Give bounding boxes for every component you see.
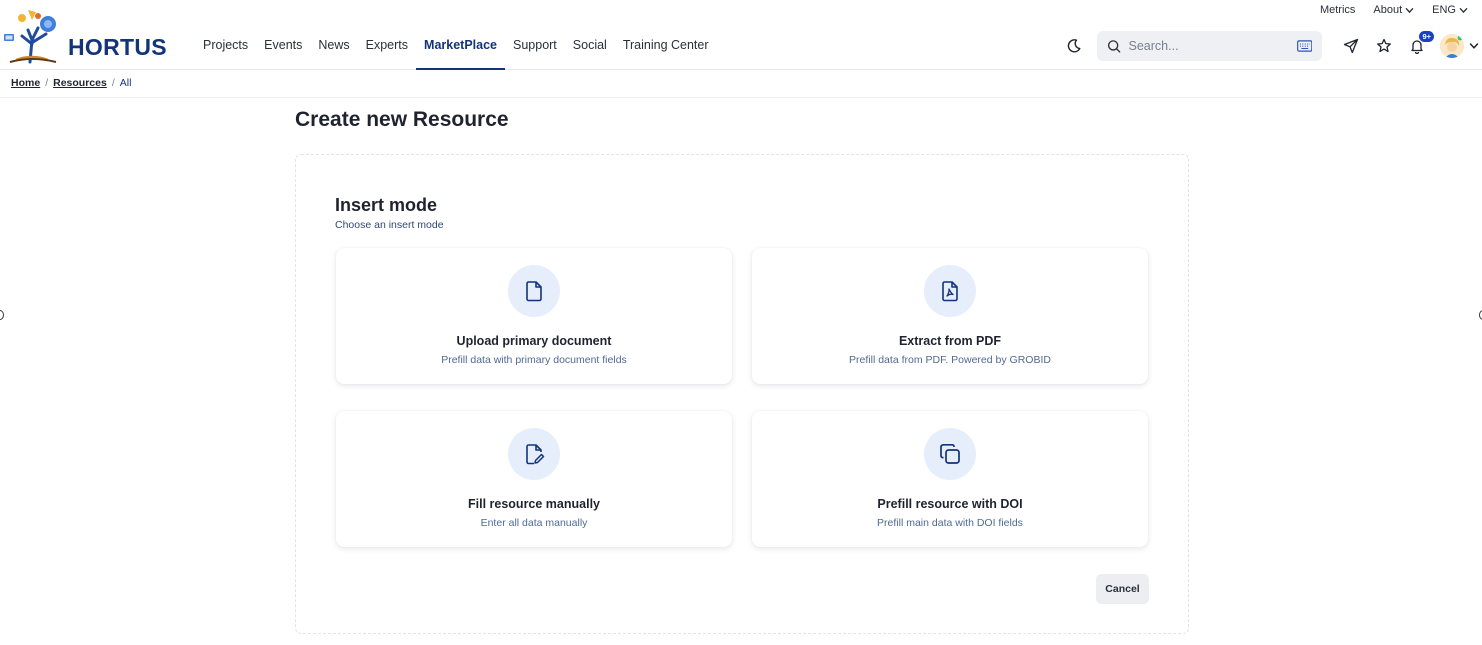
about-label: About (1373, 4, 1403, 16)
tree-logo-icon (4, 10, 57, 64)
breadcrumb-current: All (119, 77, 132, 89)
card-title: Extract from PDF (898, 334, 1002, 348)
nav-item-projects[interactable]: Projects (195, 22, 256, 70)
nav-item-support[interactable]: Support (505, 22, 565, 70)
header-actions: 9+ (1063, 31, 1479, 61)
scroll-left-handle[interactable] (0, 310, 4, 320)
card-title: Fill resource manually (468, 497, 600, 511)
section-subtitle: Choose an insert mode (335, 219, 444, 231)
icon-circle (924, 265, 976, 317)
icon-circle (508, 265, 560, 317)
hortus-logo[interactable]: HORTUS (2, 4, 167, 64)
card-title: Prefill resource with DOI (877, 497, 1023, 511)
metrics-label: Metrics (1319, 4, 1356, 16)
copy-icon (940, 443, 960, 464)
breadcrumb-separator: / (111, 77, 115, 89)
user-menu[interactable] (1440, 34, 1479, 58)
upload-primary-document-card[interactable]: Upload primary document Prefill data wit… (336, 248, 732, 384)
icon-circle (924, 428, 976, 480)
about-menu[interactable]: About (1373, 4, 1414, 16)
moon-icon (1067, 39, 1081, 53)
nav-item-training-center[interactable]: Training Center (615, 22, 717, 70)
nav-item-experts[interactable]: Experts (358, 22, 416, 70)
metrics-link[interactable]: Metrics (1320, 4, 1355, 16)
nav-item-events[interactable]: Events (256, 22, 310, 70)
card-subtitle: Prefill data from PDF. Powered by GROBID (849, 354, 1051, 366)
keyboard-icon[interactable] (1296, 40, 1312, 52)
card-subtitle: Prefill main data with DOI fields (877, 517, 1023, 529)
favorites-button[interactable] (1373, 35, 1395, 57)
section-title: Insert mode (335, 195, 438, 215)
card-title: Upload primary document (456, 334, 612, 348)
breadcrumb-resources[interactable]: Resources (53, 77, 107, 89)
notification-count-badge: 9+ (1419, 31, 1434, 42)
language-selector[interactable]: ENG (1432, 4, 1468, 16)
file-icon (526, 281, 542, 302)
prefill-resource-with-doi-card[interactable]: Prefill resource with DOI Prefill main d… (752, 411, 1148, 547)
nav-item-social[interactable]: Social (565, 22, 615, 70)
main-nav: Projects Events News Experts MarketPlace… (195, 22, 717, 70)
send-icon (1343, 38, 1359, 54)
search-icon (1107, 39, 1121, 53)
search-bar (1097, 31, 1322, 61)
card-subtitle: Enter all data manually (480, 517, 588, 529)
search-input[interactable] (1128, 39, 1290, 53)
chevron-down-icon (1459, 7, 1468, 13)
pdf-file-icon (942, 281, 958, 302)
breadcrumb-home[interactable]: Home (11, 77, 40, 89)
breadcrumb: Home / Resources / All (11, 77, 131, 89)
extract-from-pdf-card[interactable]: Extract from PDF Prefill data from PDF. … (752, 248, 1148, 384)
dark-mode-toggle[interactable] (1063, 35, 1085, 57)
chevron-down-icon (1405, 7, 1414, 13)
nav-item-news[interactable]: News (310, 22, 357, 70)
page-title: Create new Resource (295, 108, 509, 131)
cancel-button[interactable]: Cancel (1096, 574, 1149, 604)
brand-name: HORTUS (68, 34, 167, 60)
breadcrumb-separator: / (45, 77, 49, 89)
chevron-down-icon (1469, 43, 1479, 49)
site-header: HORTUS Projects Events News Experts Mark… (0, 0, 1482, 70)
divider (0, 97, 1482, 98)
card-subtitle: Prefill data with primary document field… (441, 354, 627, 366)
nav-item-marketplace[interactable]: MarketPlace (416, 22, 505, 70)
utility-bar: Metrics About ENG (1320, 4, 1468, 16)
notifications-button[interactable]: 9+ (1406, 31, 1434, 57)
language-label: ENG (1432, 4, 1456, 16)
avatar (1440, 34, 1464, 58)
fill-resource-manually-card[interactable]: Fill resource manually Enter all data ma… (336, 411, 732, 547)
send-message-button[interactable] (1340, 35, 1362, 57)
file-edit-icon (526, 444, 545, 465)
star-icon (1377, 38, 1391, 53)
icon-circle (508, 428, 560, 480)
